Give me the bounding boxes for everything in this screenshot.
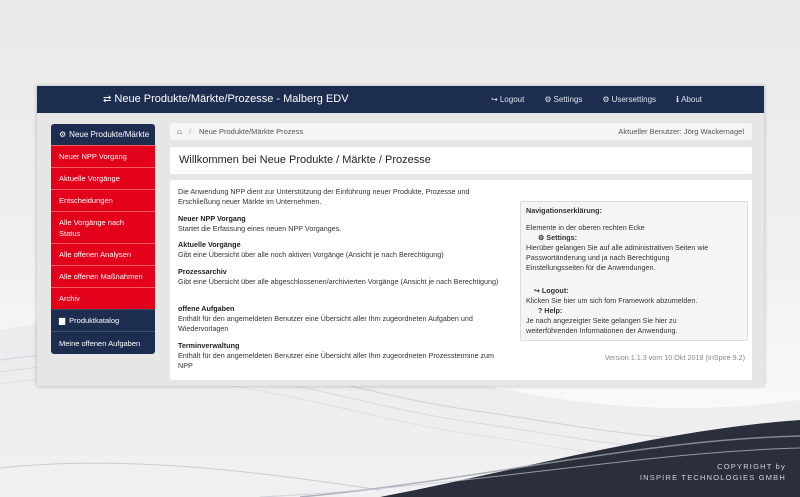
section-title: Aktuelle Vorgänge xyxy=(178,240,241,249)
navhelp-help-line: weiterführenden Informationen der Anwend… xyxy=(526,326,678,335)
book-icon: ▆ xyxy=(59,316,66,325)
about-link[interactable]: ℹ About xyxy=(676,95,702,104)
navhelp-help-line: Je nach angezeigter Seite gelangen Sie h… xyxy=(526,316,677,325)
help-heading: Help: xyxy=(544,306,563,315)
gear-icon: ⚙ xyxy=(602,95,610,104)
version-info: Version 1.1.3 vom 10.Okt 2018 (InSpire 9… xyxy=(604,353,745,362)
section-neuer-vorgang: Neuer NPP Vorgang Startet die Erfassung … xyxy=(178,214,508,234)
logout-heading: Logout: xyxy=(541,286,569,295)
sidebar-item-archiv[interactable]: Archiv xyxy=(51,287,155,309)
section-text: Enthält für den angemeldeten Benutzer ei… xyxy=(178,351,495,370)
section-title: Terminverwaltung xyxy=(178,341,240,350)
gears-icon: ⚙ xyxy=(59,130,67,139)
navbar-links: ↪ Logout ⚙ Settings ⚙ Usersettings ℹ About xyxy=(491,95,702,104)
usersettings-label: Usersettings xyxy=(611,95,657,104)
navhelp-settings-line: Einstellungsseiten für die Anwendungen. xyxy=(526,263,656,272)
sidebar-item-offene-analysen[interactable]: Alle offenen Analysen xyxy=(51,243,155,265)
page-title: Willkommen bei Neue Produkte / Märkte / … xyxy=(179,154,431,166)
section-title: Prozessarchiv xyxy=(178,267,227,276)
sidebar-header-label: Neue Produkte/Märkte xyxy=(69,130,150,139)
sidebar-item-neuer-vorgang[interactable]: Neuer NPP Vorgang xyxy=(51,145,155,167)
logout-label: Logout xyxy=(499,95,525,104)
about-label: About xyxy=(681,95,702,104)
section-prozessarchiv: Prozessarchiv Gibt eine Übersicht über a… xyxy=(178,267,508,287)
section-terminverwaltung: Terminverwaltung Enthält für den angemel… xyxy=(178,341,508,371)
navhelp-lead: Elemente in der oberen rechten Ecke xyxy=(526,223,645,232)
settings-label: Settings xyxy=(553,95,583,104)
section-text: Enthält für den angemeldeten Benutzer ei… xyxy=(178,314,473,333)
section-text: Gibt eine Übersicht über alle noch aktiv… xyxy=(178,250,444,259)
sidebar-item-entscheidungen[interactable]: Entscheidungen xyxy=(51,189,155,211)
section-aktuelle-vorgaenge: Aktuelle Vorgänge Gibt eine Übersicht üb… xyxy=(178,240,508,260)
current-user: Aktueller Benutzer: Jörg Wackernagel xyxy=(618,127,744,136)
logout-link[interactable]: ↪ Logout xyxy=(491,95,524,104)
navhelp-title: Navigationserklärung: xyxy=(526,206,602,215)
copyright-line-1: COPYRIGHT by xyxy=(717,462,786,471)
settings-heading: Settings: xyxy=(546,233,578,242)
home-icon[interactable]: ⌂ xyxy=(177,127,182,136)
settings-link[interactable]: ⚙ Settings xyxy=(544,95,582,104)
usersettings-link[interactable]: ⚙ Usersettings xyxy=(602,95,656,104)
brand-label: Neue Produkte/Märkte/Prozesse - Malberg … xyxy=(114,93,349,105)
sidebar-item-produktkatalog[interactable]: ▆ Produktkatalog xyxy=(51,309,155,331)
logout-icon: ↪ xyxy=(491,95,498,104)
copyright-line-2: INSPIRE TECHNOLOGIES GMBH xyxy=(639,473,786,482)
breadcrumb-current: Neue Produkte/Märkte Prozess xyxy=(199,127,304,136)
content-panel: Die Anwendung NPP dient zur Unterstützun… xyxy=(170,180,752,380)
app-window: ⇄ Neue Produkte/Märkte/Prozesse - Malberg… xyxy=(37,86,764,386)
produktkatalog-label: Produktkatalog xyxy=(69,316,120,325)
logout-icon: ↪ xyxy=(534,288,540,295)
section-offene-aufgaben: offene Aufgaben Enthält für den angemeld… xyxy=(178,304,508,334)
navigation-help-box: Navigationserklärung: Elemente in der ob… xyxy=(520,201,748,341)
section-text: Startet die Erfassung eines neuen NPP Vo… xyxy=(178,224,342,233)
breadcrumb: ⌂ / Neue Produkte/Märkte Prozess Aktuell… xyxy=(170,123,752,140)
navhelp-logout-line: Klicken Sie hier um sich fom Framework a… xyxy=(526,296,698,305)
gear-icon: ⚙ xyxy=(538,235,545,242)
breadcrumb-separator: / xyxy=(189,127,192,136)
brand-title[interactable]: ⇄ Neue Produkte/Märkte/Prozesse - Malberg… xyxy=(103,93,349,105)
copyright-notice: COPYRIGHT by INSPIRE TECHNOLOGIES GMBH xyxy=(640,461,786,483)
info-icon: ℹ xyxy=(676,95,680,104)
sidebar: ⚙ Neue Produkte/Märkte Neuer NPP Vorgang … xyxy=(51,124,155,354)
section-title: Neuer NPP Vorgang xyxy=(178,214,246,223)
sidebar-item-offene-aufgaben[interactable]: Meine offenen Aufgaben xyxy=(51,331,155,354)
refresh-icon: ⇄ xyxy=(103,94,112,105)
navhelp-settings-line: Hierüber gelangen Sie auf alle administr… xyxy=(526,243,709,252)
sidebar-header-npp[interactable]: ⚙ Neue Produkte/Märkte xyxy=(51,124,155,145)
sidebar-item-vorgaenge-status[interactable]: Alle Vorgänge nach Status xyxy=(51,211,155,243)
sidebar-item-offene-massnahmen[interactable]: Alle offenen Maßnahmen xyxy=(51,265,155,287)
gear-icon: ⚙ xyxy=(544,95,552,104)
navhelp-settings-line: Passwortänderung und ja nach Berechtigun… xyxy=(526,253,670,262)
section-text: Gibt eine Übersicht über alle abgeschlos… xyxy=(178,277,499,286)
question-icon: ? xyxy=(538,308,543,315)
section-title: offene Aufgaben xyxy=(178,304,235,313)
intro-text: Die Anwendung NPP dient zur Unterstützun… xyxy=(178,187,470,206)
title-panel: Willkommen bei Neue Produkte / Märkte / … xyxy=(170,147,752,174)
top-navbar: ⇄ Neue Produkte/Märkte/Prozesse - Malberg… xyxy=(37,86,764,113)
sidebar-item-aktuelle-vorgaenge[interactable]: Aktuelle Vorgänge xyxy=(51,167,155,189)
